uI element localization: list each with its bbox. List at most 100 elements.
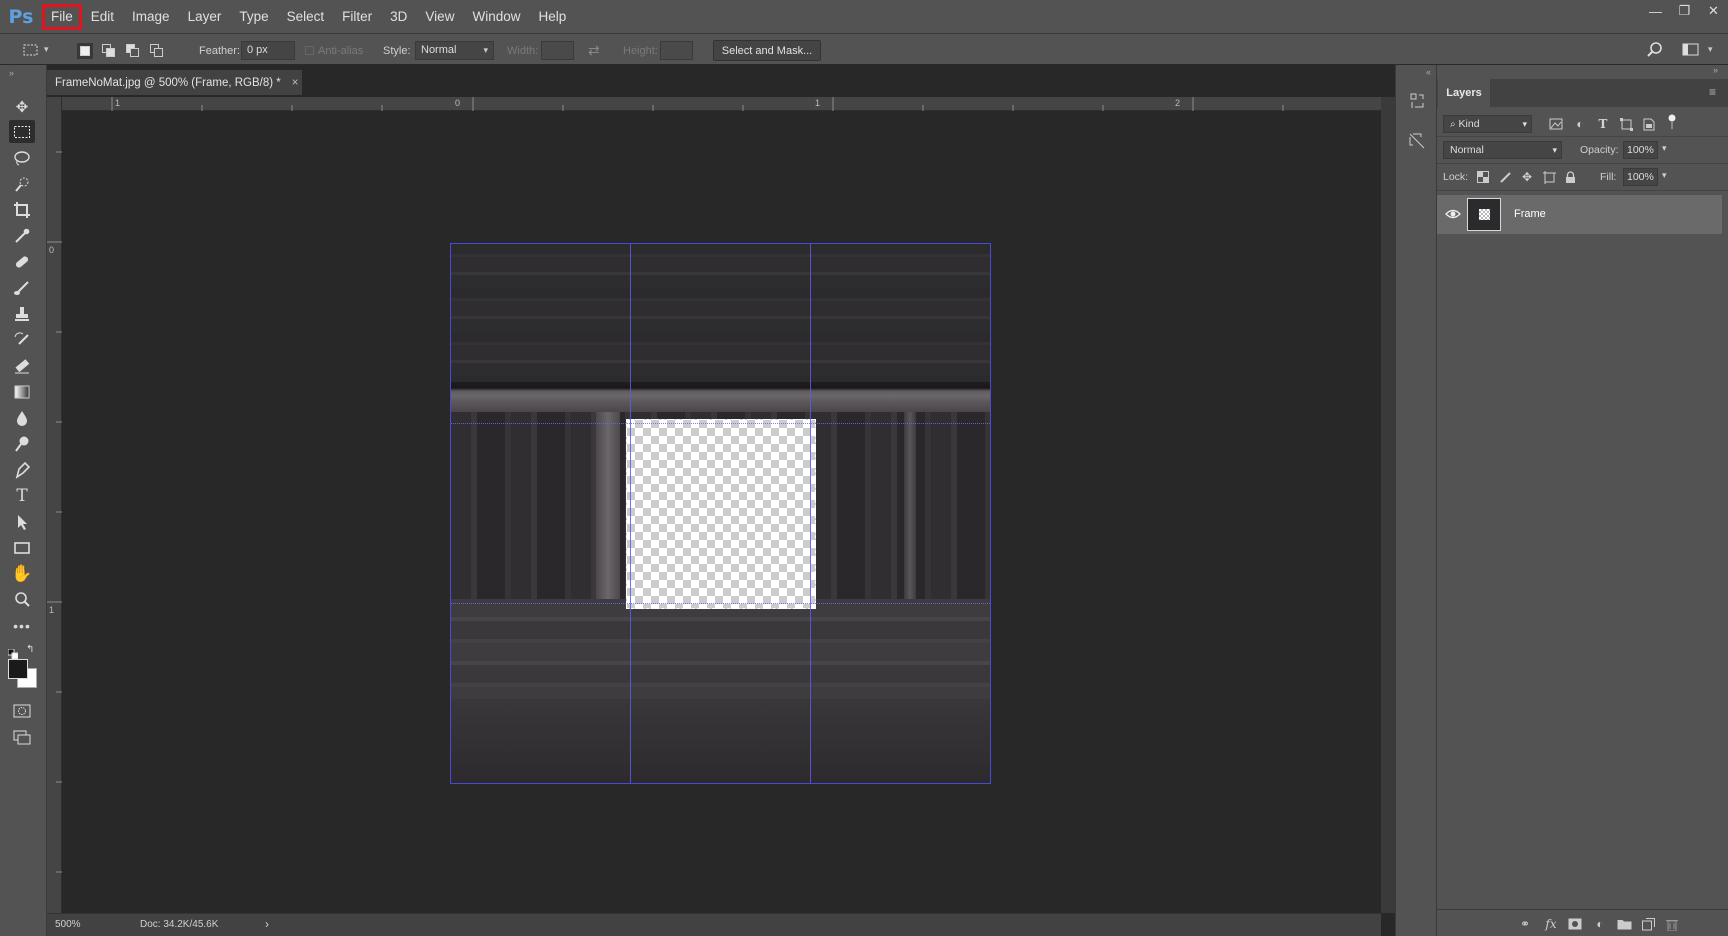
- layer-name[interactable]: Frame: [1514, 208, 1546, 220]
- menu-window[interactable]: Window: [463, 4, 529, 30]
- minimize-button[interactable]: —: [1641, 0, 1670, 22]
- menu-filter[interactable]: Filter: [333, 4, 381, 30]
- collapse-icon[interactable]: »: [9, 68, 14, 78]
- path-selection-tool-icon[interactable]: [9, 510, 35, 533]
- layer-row[interactable]: Frame: [1437, 195, 1722, 234]
- type-filter-icon[interactable]: T: [1595, 116, 1611, 132]
- adjustment-filter-icon[interactable]: ◐: [1572, 116, 1588, 132]
- blend-mode-select[interactable]: Normal ▾: [1443, 141, 1562, 159]
- quick-selection-tool-icon[interactable]: [9, 172, 35, 195]
- filter-kind-select[interactable]: ⌕ Kind ▾: [1443, 115, 1532, 133]
- menu-select[interactable]: Select: [278, 4, 334, 30]
- style-select[interactable]: Normal ▾: [415, 41, 494, 60]
- more-tools-icon[interactable]: •••: [9, 614, 35, 637]
- status-menu-arrow-icon[interactable]: ›: [265, 917, 269, 931]
- guide-vertical[interactable]: [630, 244, 631, 783]
- restore-button[interactable]: ❐: [1670, 0, 1699, 22]
- smart-object-filter-icon[interactable]: [1641, 116, 1657, 132]
- rectangle-tool-icon[interactable]: [9, 536, 35, 559]
- chevron-down-icon[interactable]: ▾: [1662, 143, 1667, 154]
- collapse-icon[interactable]: «: [1426, 67, 1431, 77]
- menu-help[interactable]: Help: [529, 4, 575, 30]
- add-selection-icon[interactable]: [101, 43, 117, 59]
- workspace-icon[interactable]: [1682, 42, 1700, 58]
- close-tab-icon[interactable]: ×: [292, 77, 299, 89]
- guide-horizontal[interactable]: [451, 423, 990, 424]
- quick-mask-icon[interactable]: [9, 699, 35, 722]
- zoom-tool-icon[interactable]: [9, 588, 35, 611]
- pixel-filter-icon[interactable]: [1548, 116, 1564, 132]
- intersect-selection-icon[interactable]: [149, 43, 165, 59]
- history-panel-icon[interactable]: [1404, 89, 1430, 113]
- trash-icon[interactable]: [1664, 916, 1680, 932]
- dodge-tool-icon[interactable]: [9, 432, 35, 455]
- eraser-tool-icon[interactable]: [9, 354, 35, 377]
- clone-stamp-tool-icon[interactable]: [9, 302, 35, 325]
- menu-edit[interactable]: Edit: [82, 4, 123, 30]
- eyedropper-tool-icon[interactable]: [9, 224, 35, 247]
- swap-icon[interactable]: ⇄: [588, 42, 600, 59]
- document-scrollbar[interactable]: [1381, 97, 1395, 913]
- opacity-input[interactable]: 100%: [1623, 141, 1658, 159]
- lasso-tool-icon[interactable]: [9, 146, 35, 169]
- menu-3d[interactable]: 3D: [381, 4, 416, 30]
- lock-transparent-icon[interactable]: [1475, 169, 1491, 185]
- fx-icon[interactable]: fx: [1543, 916, 1559, 932]
- type-tool-icon[interactable]: T: [9, 484, 35, 507]
- history-brush-tool-icon[interactable]: [9, 328, 35, 351]
- subtract-selection-icon[interactable]: [125, 43, 141, 59]
- menu-view[interactable]: View: [416, 4, 463, 30]
- menu-layer[interactable]: Layer: [179, 4, 231, 30]
- screen-mode-icon[interactable]: [9, 725, 35, 748]
- foreground-color-swatch[interactable]: [8, 659, 28, 679]
- guide-vertical[interactable]: [810, 244, 811, 783]
- chevron-down-icon[interactable]: ▾: [44, 44, 49, 55]
- pen-tool-icon[interactable]: [9, 458, 35, 481]
- lock-all-icon[interactable]: [1562, 169, 1578, 185]
- new-selection-icon[interactable]: [77, 43, 93, 59]
- zoom-level[interactable]: 500%: [55, 919, 81, 930]
- marquee-tool-icon[interactable]: [9, 120, 35, 143]
- document-tab[interactable]: FrameNoMat.jpg @ 500% (Frame, RGB/8) * ×: [47, 70, 302, 95]
- height-input[interactable]: [660, 41, 693, 60]
- feather-input[interactable]: 0 px: [241, 41, 295, 60]
- expand-icon[interactable]: »: [1713, 65, 1718, 75]
- new-layer-icon[interactable]: [1640, 916, 1656, 932]
- document-image[interactable]: [450, 243, 991, 784]
- lock-position-icon[interactable]: ✥: [1519, 169, 1535, 185]
- eye-icon[interactable]: [1445, 207, 1461, 221]
- default-colors-icon[interactable]: [7, 646, 19, 660]
- width-input[interactable]: [541, 41, 574, 60]
- menu-file[interactable]: File: [42, 3, 82, 30]
- menu-type[interactable]: Type: [230, 4, 277, 30]
- link-layers-icon[interactable]: ⚭: [1517, 916, 1533, 932]
- healing-brush-tool-icon[interactable]: [9, 250, 35, 273]
- filter-toggle-icon[interactable]: [1664, 114, 1680, 130]
- menu-image[interactable]: Image: [123, 4, 179, 30]
- move-tool-icon[interactable]: ✥: [9, 95, 35, 118]
- close-button[interactable]: ✕: [1699, 0, 1728, 22]
- gradient-tool-icon[interactable]: [9, 380, 35, 403]
- hand-tool-icon[interactable]: ✋: [9, 562, 35, 585]
- chevron-down-icon[interactable]: ▾: [1662, 170, 1667, 181]
- lock-pixels-icon[interactable]: [1497, 169, 1513, 185]
- lock-artboard-icon[interactable]: [1541, 169, 1557, 185]
- tab-layers[interactable]: Layers: [1438, 79, 1490, 107]
- select-and-mask-button[interactable]: Select and Mask...: [713, 40, 821, 61]
- chevron-down-icon[interactable]: ▾: [1708, 44, 1713, 55]
- new-group-icon[interactable]: [1616, 916, 1632, 932]
- fill-input[interactable]: 100%: [1623, 168, 1658, 186]
- antialias-checkbox[interactable]: [305, 46, 314, 55]
- panel-menu-icon[interactable]: ≡: [1709, 85, 1716, 99]
- rect-marquee-preset-icon[interactable]: [22, 42, 40, 58]
- add-mask-icon[interactable]: [1567, 916, 1583, 932]
- guide-horizontal[interactable]: [451, 603, 990, 604]
- shape-filter-icon[interactable]: [1618, 116, 1634, 132]
- adjustment-layer-icon[interactable]: ◐: [1592, 916, 1608, 932]
- crop-tool-icon[interactable]: [9, 198, 35, 221]
- transparent-selection[interactable]: [626, 419, 816, 609]
- brush-tool-icon[interactable]: [9, 276, 35, 299]
- search-icon[interactable]: [1646, 41, 1664, 59]
- blur-tool-icon[interactable]: [9, 406, 35, 429]
- properties-panel-icon[interactable]: [1404, 129, 1430, 153]
